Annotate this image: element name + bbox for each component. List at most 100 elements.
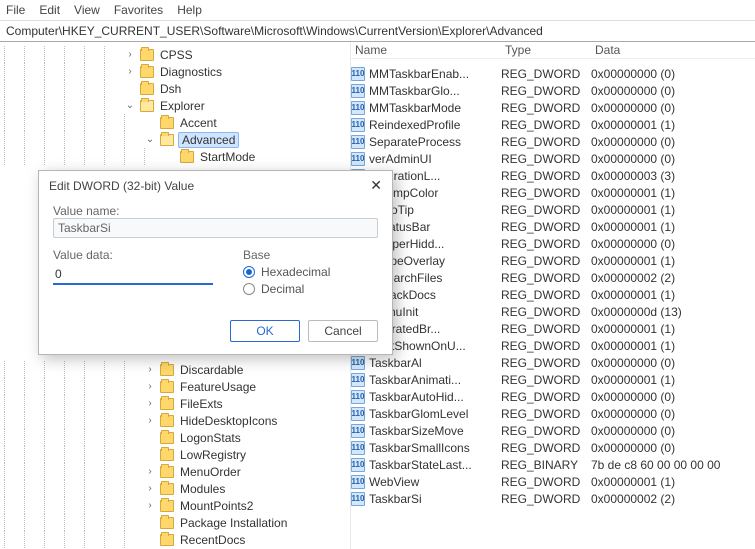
list-item[interactable]: 110TaskbarSiREG_DWORD0x00000002 (2) [351,490,755,507]
list-item[interactable]: 110TaskbarSizeMoveREG_DWORD0x00000000 (0… [351,422,755,439]
list-header: NameTypeData [351,42,755,59]
menu-view[interactable]: View [74,3,100,17]
tree-item[interactable]: RecentDocs [4,531,350,548]
value-type: REG_DWORD [501,118,591,132]
reg-value-icon: 110 [351,475,365,489]
radio-hexadecimal[interactable]: Hexadecimal [243,265,330,279]
tree-item[interactable]: StartMode [4,148,350,165]
ok-button[interactable]: OK [230,320,300,342]
value-data: 0x00000001 (1) [591,203,755,217]
list-item[interactable]: 110wInfoTipREG_DWORD0x00000001 (1) [351,201,755,218]
chevron-right-icon[interactable]: › [144,415,156,427]
list-item[interactable]: 110tMigratedBr...REG_DWORD0x00000001 (1) [351,320,755,337]
tree-item[interactable]: ›FileExts [4,395,350,412]
value-type: REG_DWORD [501,67,591,81]
expander-none [144,117,156,129]
value-data: 0x00000000 (0) [591,152,755,166]
tree-item[interactable]: ⌄Advanced [4,131,350,148]
chevron-right-icon[interactable]: › [144,381,156,393]
list-item[interactable]: 110MMTaskbarEnab...REG_DWORD0x00000000 (… [351,65,755,82]
list-item[interactable]: 110verAdminUIREG_DWORD0x00000000 (0) [351,150,755,167]
folder-icon [140,100,154,112]
tree-item[interactable]: ⌄Explorer [4,97,350,114]
value-data: 0x00000000 (0) [591,390,755,404]
folder-icon [160,483,174,495]
folder-icon [160,449,174,461]
list-item[interactable]: 110TaskbarAutoHid...REG_DWORD0x00000000 … [351,388,755,405]
tree-item[interactable]: ›FeatureUsage [4,378,350,395]
list-item[interactable]: 110MMTaskbarModeREG_DWORD0x00000000 (0) [351,99,755,116]
col-name[interactable]: Name [355,43,505,57]
chevron-right-icon[interactable]: › [144,364,156,376]
list-item[interactable]: 110ReindexedProfileREG_DWORD0x00000001 (… [351,116,755,133]
list-item[interactable]: 110wTypeOverlayREG_DWORD0x00000001 (1) [351,252,755,269]
value-type: REG_DWORD [501,356,591,370]
value-data: 0x00000000 (0) [591,84,755,98]
list-item[interactable]: 110TaskbarStateLast...REG_BINARY7b de c8… [351,456,755,473]
chevron-right-icon[interactable]: › [124,49,136,61]
value-type: REG_DWORD [501,203,591,217]
tree-item[interactable]: ›Diagnostics [4,63,350,80]
list-item[interactable]: 110SeparateProcessREG_DWORD0x00000000 (0… [351,133,755,150]
menu-favorites[interactable]: Favorites [114,3,163,17]
tree-item-label: RecentDocs [178,533,247,547]
list-item[interactable]: 110wSuperHidd...REG_DWORD0x00000000 (0) [351,235,755,252]
menu-help[interactable]: Help [177,3,202,17]
folder-icon [160,432,174,444]
tree-item[interactable]: Dsh [4,80,350,97]
list-item[interactable]: 110TaskbarAnimati...REG_DWORD0x00000001 … [351,371,755,388]
list-item[interactable]: 110t_SearchFilesREG_DWORD0x00000002 (2) [351,269,755,286]
tree-item[interactable]: ›CPSS [4,46,350,63]
list-item[interactable]: 110wCompColorREG_DWORD0x00000001 (1) [351,184,755,201]
tree-item[interactable]: LowRegistry [4,446,350,463]
value-type: REG_DWORD [501,305,591,319]
tree-item[interactable]: ›Discardable [4,361,350,378]
reg-value-icon: 110 [351,84,365,98]
list-item[interactable]: 110TaskbarSmallIconsREG_DWORD0x00000000 … [351,439,755,456]
list-item[interactable]: 110llMigrationL...REG_DWORD0x00000003 (3… [351,167,755,184]
list-item[interactable]: 110MMTaskbarGlo...REG_DWORD0x00000000 (0… [351,82,755,99]
values-panel: NameTypeData 110MMTaskbarEnab...REG_DWORD… [350,42,755,549]
list-item[interactable]: 110TaskbarGlomLevelREG_DWORD0x00000000 (… [351,405,755,422]
chevron-right-icon[interactable]: › [144,500,156,512]
value-name-input[interactable] [53,218,378,238]
menu-edit[interactable]: Edit [39,3,60,17]
chevron-right-icon[interactable]: › [144,466,156,478]
radio-decimal[interactable]: Decimal [243,282,330,296]
expander-none [144,534,156,546]
list-item[interactable]: 110WebViewREG_DWORD0x00000001 (1) [351,473,755,490]
folder-icon [160,381,174,393]
tree-item[interactable]: ›HideDesktopIcons [4,412,350,429]
tree-item[interactable]: ›MenuOrder [4,463,350,480]
close-icon[interactable]: ✕ [370,177,382,194]
chevron-right-icon[interactable]: › [144,398,156,410]
chevron-down-icon[interactable]: ⌄ [144,134,156,146]
tree-item[interactable]: ›Modules [4,480,350,497]
value-data: 0x00000000 (0) [591,237,755,251]
folder-icon [160,466,174,478]
list-item[interactable]: 110tMenuInitREG_DWORD0x0000000d (13) [351,303,755,320]
chevron-down-icon[interactable]: ⌄ [124,100,136,112]
reg-value-icon: 110 [351,67,365,81]
list-item[interactable]: 110TaskbarAlREG_DWORD0x00000000 (0) [351,354,755,371]
list-item[interactable]: 110t_TrackDocsREG_DWORD0x00000001 (1) [351,286,755,303]
tree-item[interactable]: Package Installation [4,514,350,531]
radio-dot-icon [243,266,255,278]
tree-item[interactable]: Accent [4,114,350,131]
cancel-button[interactable]: Cancel [308,320,378,342]
tree-item[interactable]: ›MountPoints2 [4,497,350,514]
tree-item-label: LowRegistry [178,448,248,462]
menu-file[interactable]: File [6,3,25,17]
col-data[interactable]: Data [595,43,755,57]
value-data-input[interactable] [53,265,213,285]
tree-item[interactable]: LogonStats [4,429,350,446]
folder-icon [160,500,174,512]
value-data: 0x00000001 (1) [591,186,755,200]
value-data: 0x0000000d (13) [591,305,755,319]
address-bar[interactable]: Computer\HKEY_CURRENT_USER\Software\Micr… [0,20,755,42]
chevron-right-icon[interactable]: › [144,483,156,495]
col-type[interactable]: Type [505,43,595,57]
chevron-right-icon[interactable]: › [124,66,136,78]
list-item[interactable]: 110wStatusBarREG_DWORD0x00000001 (1) [351,218,755,235]
list-item[interactable]: 110StartShownOnU...REG_DWORD0x00000001 (… [351,337,755,354]
